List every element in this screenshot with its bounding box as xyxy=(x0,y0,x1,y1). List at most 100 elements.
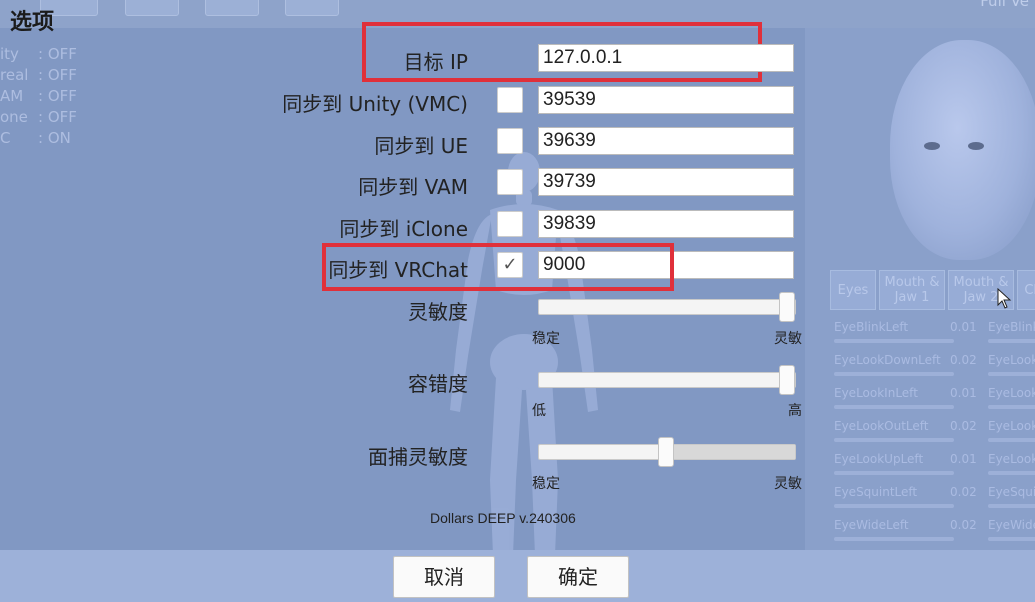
sensitivity-label: 灵敏度 xyxy=(408,300,468,324)
blendshape-name: EyeBlinkLeft xyxy=(834,320,909,334)
cancel-button[interactable]: 取消 xyxy=(393,556,495,598)
toolbar-tab[interactable] xyxy=(125,0,179,16)
sensitivity-slider-handle[interactable] xyxy=(779,292,795,322)
blendshape-bar xyxy=(988,537,1035,541)
blendshape-name: EyeLookOutLeft xyxy=(834,419,929,433)
sync-ue-label: 同步到 UE xyxy=(374,134,468,158)
blendshape-value: 0.02 xyxy=(950,485,977,499)
blendshape-bar xyxy=(988,339,1035,343)
sync-vam-label: 同步到 VAM xyxy=(358,175,468,199)
blendshape-name-right: EyeBlink xyxy=(988,320,1035,334)
status-name: real xyxy=(0,66,29,84)
status-value: : OFF xyxy=(38,87,77,105)
tolerance-max-label: 高 xyxy=(788,403,802,419)
tolerance-slider-handle[interactable] xyxy=(779,365,795,395)
face-sensitivity-min-label: 稳定 xyxy=(532,476,560,492)
sensitivity-max-label: 灵敏 xyxy=(774,331,802,347)
blendshape-name-right: EyeSqui xyxy=(988,485,1035,499)
sync-iclone-port-input[interactable]: 39839 xyxy=(538,210,794,238)
status-value: : ON xyxy=(38,129,71,147)
blendshape-row: EyeSquintLeft 0.02 EyeSqui xyxy=(832,483,1035,516)
face-sensitivity-max-label: 灵敏 xyxy=(774,476,802,492)
blendshape-bar xyxy=(834,372,954,376)
blendshape-bar xyxy=(834,339,954,343)
sync-ue-checkbox[interactable] xyxy=(497,128,523,154)
blendshape-row: EyeLookInLeft 0.01 EyeLook xyxy=(832,384,1035,417)
tolerance-slider[interactable] xyxy=(538,365,796,395)
blendshape-name: EyeWideLeft xyxy=(834,518,909,532)
status-row: real : OFF xyxy=(0,65,77,86)
blendshape-bar xyxy=(988,405,1035,409)
top-right-label: Full Ve xyxy=(980,0,1029,10)
sensitivity-min-label: 稳定 xyxy=(532,331,560,347)
tolerance-label: 容错度 xyxy=(408,372,468,396)
face-preview-head xyxy=(890,40,1035,260)
status-name: C xyxy=(0,129,11,147)
toolbar-tab[interactable] xyxy=(285,0,339,16)
sync-status-list: ity : OFF real : OFF AM : OFF one : OFF C : O… xyxy=(0,44,77,149)
face-eye-right xyxy=(968,142,984,150)
status-row: one : OFF xyxy=(0,107,77,128)
blendshape-value: 0.02 xyxy=(950,419,977,433)
blendshape-bar xyxy=(834,504,954,508)
blendshape-row: EyeBlinkLeft 0.01 EyeBlink xyxy=(832,318,1035,351)
blendshape-value: 0.02 xyxy=(950,518,977,532)
blendshape-name-right: EyeWide xyxy=(988,518,1035,532)
blendshape-bar xyxy=(834,438,954,442)
blendshape-name: EyeLookInLeft xyxy=(834,386,918,400)
tab-eyes[interactable]: Eyes xyxy=(830,270,876,310)
blendshape-bar xyxy=(988,471,1035,475)
blendshape-name-right: EyeLook xyxy=(988,452,1035,466)
blendshape-value: 0.01 xyxy=(950,452,977,466)
sync-unity-checkbox[interactable] xyxy=(497,87,523,113)
blendshape-name-right: EyeLook xyxy=(988,353,1035,367)
status-value: : OFF xyxy=(38,45,77,63)
blendshape-name: EyeLookDownLeft xyxy=(834,353,941,367)
blendshape-row: EyeLookDownLeft 0.02 EyeLook xyxy=(832,351,1035,384)
tab-cheek[interactable]: Ch xyxy=(1017,270,1035,310)
face-sensitivity-slider-rest xyxy=(668,445,795,459)
sync-unity-port-input[interactable]: 39539 xyxy=(538,86,794,114)
blendshape-bar xyxy=(834,471,954,475)
sync-unity-label: 同步到 Unity (VMC) xyxy=(282,92,468,116)
sync-iclone-label: 同步到 iClone xyxy=(339,217,468,241)
blendshape-row: EyeLookUpLeft 0.01 EyeLook xyxy=(832,450,1035,483)
toolbar-tab[interactable] xyxy=(205,0,259,16)
blendshape-value: 0.02 xyxy=(950,353,977,367)
sync-iclone-checkbox[interactable] xyxy=(497,211,523,237)
blendshape-name: EyeLookUpLeft xyxy=(834,452,924,466)
target-ip-input[interactable]: 127.0.0.1 xyxy=(538,44,794,72)
blendshape-name-right: EyeLook xyxy=(988,419,1035,433)
blendshape-row: EyeWideLeft 0.02 EyeWide xyxy=(832,516,1035,549)
sync-vam-checkbox[interactable] xyxy=(497,169,523,195)
status-row: C : ON xyxy=(0,128,77,149)
status-name: ity xyxy=(0,45,19,63)
ok-button[interactable]: 确定 xyxy=(527,556,629,598)
blendshape-list: EyeBlinkLeft 0.01 EyeBlink EyeLookDownLe… xyxy=(832,318,1035,549)
sync-vam-port-input[interactable]: 39739 xyxy=(538,168,794,196)
sync-ue-port-input[interactable]: 39639 xyxy=(538,127,794,155)
blendshape-value: 0.01 xyxy=(950,320,977,334)
status-value: : OFF xyxy=(38,66,77,84)
sensitivity-slider[interactable] xyxy=(538,292,796,322)
blendshape-bar xyxy=(988,438,1035,442)
tolerance-min-label: 低 xyxy=(532,403,546,419)
status-row: ity : OFF xyxy=(0,44,77,65)
mouse-cursor-icon xyxy=(997,288,1012,309)
blendshape-name: EyeSquintLeft xyxy=(834,485,918,499)
face-sensitivity-label: 面捕灵敏度 xyxy=(368,445,468,469)
blendshape-value: 0.01 xyxy=(950,386,977,400)
version-label: Dollars DEEP v.240306 xyxy=(430,510,576,526)
blendshape-row: EyeLookOutLeft 0.02 EyeLook xyxy=(832,417,1035,450)
blendshape-bar xyxy=(834,537,954,541)
face-sensitivity-slider[interactable] xyxy=(538,437,796,467)
face-sensitivity-slider-handle[interactable] xyxy=(658,437,674,467)
target-ip-label: 目标 IP xyxy=(403,50,468,74)
status-name: one xyxy=(0,108,28,126)
dialog-title: 选项 xyxy=(10,10,55,35)
blendshape-bar xyxy=(988,504,1035,508)
dialog-footer xyxy=(0,550,1035,602)
tab-mouth-jaw-1[interactable]: Mouth & Jaw 1 xyxy=(879,270,945,310)
status-name: AM xyxy=(0,87,24,105)
status-value: : OFF xyxy=(38,108,77,126)
